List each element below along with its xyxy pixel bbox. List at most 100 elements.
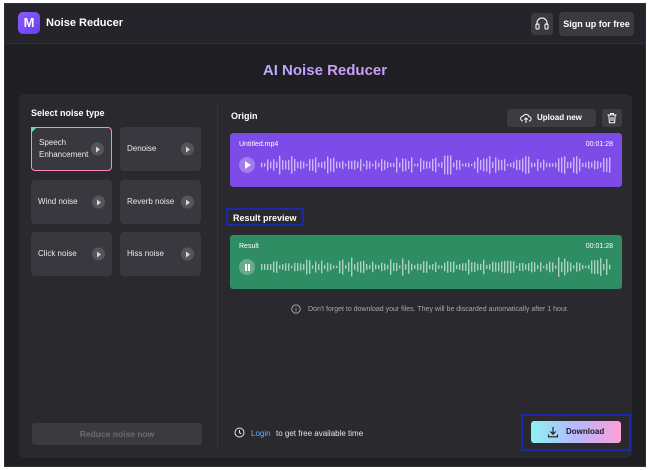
origin-audio-track: Untitled.mp4 00:01:28 (230, 133, 622, 187)
noise-type-speech-enhancement[interactable]: Speech Enhancement (31, 127, 112, 171)
waveform-bar (360, 159, 362, 171)
play-icon[interactable] (92, 195, 105, 209)
noise-type-label: Speech Enhancement (39, 138, 89, 159)
waveform-bar (276, 261, 278, 273)
download-button[interactable]: Download (531, 421, 621, 443)
noise-type-label: Wind noise (38, 197, 78, 206)
waveform-bar (453, 162, 455, 168)
waveform-bar (567, 261, 569, 273)
waveform-bar (567, 161, 569, 169)
noise-type-hiss[interactable]: Hiss noise (120, 232, 201, 276)
result-waveform[interactable] (260, 255, 612, 279)
waveform-bar (543, 159, 545, 171)
waveform-bar (519, 160, 521, 170)
waveform-bar (372, 261, 374, 273)
waveform-bar (381, 262, 383, 272)
panel-divider (217, 102, 218, 450)
waveform-bar (576, 156, 578, 174)
waveform-bar (354, 160, 356, 170)
waveform-bar (279, 155, 281, 175)
reduce-noise-button[interactable]: Reduce noise now (32, 423, 202, 445)
waveform-bar (459, 160, 461, 170)
waveform-bar (318, 263, 320, 271)
waveform-bar (477, 263, 479, 271)
waveform-bar (504, 159, 506, 171)
waveform-bar (486, 158, 488, 172)
waveform-bar (552, 262, 554, 272)
waveform-bar (411, 157, 413, 173)
waveform-bar (366, 160, 368, 170)
play-icon[interactable] (92, 247, 105, 261)
waveform-bar (333, 265, 335, 269)
support-button[interactable] (531, 13, 553, 35)
waveform-bar (492, 161, 494, 169)
waveform-bar (531, 162, 533, 168)
waveform-bar (537, 264, 539, 270)
noise-type-wind[interactable]: Wind noise (31, 180, 112, 224)
waveform-bar (288, 159, 290, 171)
waveform-bar (456, 264, 458, 270)
waveform-bar (453, 261, 455, 273)
play-button[interactable] (239, 157, 255, 173)
waveform-bar (507, 163, 509, 167)
origin-waveform[interactable] (260, 153, 612, 177)
waveform-bar (387, 161, 389, 169)
waveform-bar (441, 162, 443, 168)
waveform-bar (510, 163, 512, 167)
waveform-bar (573, 157, 575, 173)
noise-type-reverb[interactable]: Reverb noise (120, 180, 201, 224)
pause-button[interactable] (239, 259, 255, 275)
waveform-bar (318, 162, 320, 168)
waveform-bar (366, 264, 368, 270)
waveform-bar (321, 161, 323, 169)
waveform-bar (381, 159, 383, 171)
waveform-bar (507, 260, 509, 274)
waveform-bar (285, 160, 287, 170)
waveform-bar (489, 156, 491, 174)
signup-button[interactable]: Sign up for free (559, 12, 634, 36)
result-duration: 00:01:28 (585, 243, 613, 250)
waveform-bar (543, 265, 545, 269)
login-link[interactable]: Login (251, 429, 271, 438)
waveform-bar (414, 265, 416, 269)
waveform-bar (606, 158, 608, 172)
waveform-bar (309, 159, 311, 171)
noise-type-click[interactable]: Click noise (31, 232, 112, 276)
noise-type-label: Hiss noise (127, 249, 164, 258)
download-label: Download (566, 427, 605, 436)
waveform-bar (582, 163, 584, 167)
waveform-bar (486, 264, 488, 270)
waveform-bar (282, 160, 284, 170)
waveform-bar (408, 260, 410, 274)
play-icon[interactable] (91, 142, 104, 156)
waveform-bar (561, 157, 563, 173)
waveform-bar (525, 264, 527, 270)
play-icon[interactable] (181, 142, 194, 156)
waveform-bar (297, 161, 299, 169)
waveform-bar (483, 259, 485, 275)
play-icon[interactable] (181, 195, 194, 209)
waveform-bar (270, 264, 272, 270)
waveform-bar (504, 260, 506, 274)
waveform-bar (282, 264, 284, 270)
noise-type-label: Click noise (38, 249, 77, 258)
waveform-bar (273, 261, 275, 273)
waveform-bar (285, 263, 287, 271)
waveform-bar (312, 265, 314, 269)
upload-new-button[interactable]: Upload new (507, 109, 596, 127)
waveform-bar (465, 263, 467, 271)
waveform-bar (330, 158, 332, 172)
waveform-bar (474, 262, 476, 272)
waveform-bar (600, 258, 602, 276)
noise-type-denoise[interactable]: Denoise (120, 127, 201, 171)
waveform-bar (609, 264, 611, 270)
play-icon[interactable] (181, 247, 194, 261)
waveform-bar (261, 162, 263, 168)
delete-button[interactable] (602, 109, 622, 127)
waveform-bar (405, 264, 407, 270)
waveform-bar (369, 161, 371, 169)
waveform-bar (480, 263, 482, 271)
waveform-bar (564, 156, 566, 174)
waveform-bar (558, 158, 560, 172)
waveform-bar (330, 263, 332, 271)
